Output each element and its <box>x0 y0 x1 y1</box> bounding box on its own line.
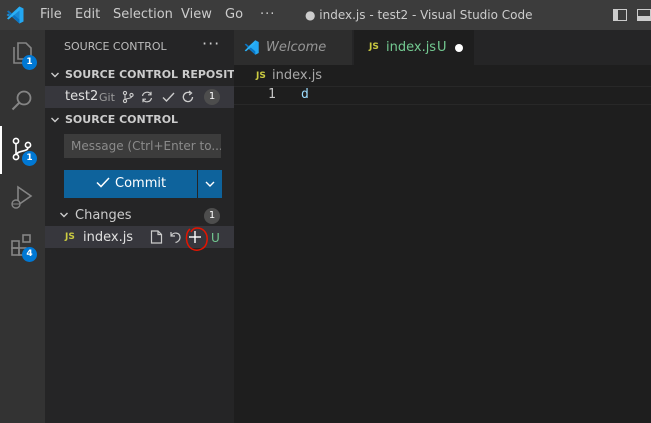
breadcrumb-file[interactable]: index.js <box>272 68 322 83</box>
commit-button-label: Commit <box>115 176 167 191</box>
editor-area[interactable] <box>234 105 651 423</box>
scm-badge: 1 <box>22 151 37 166</box>
repo-provider: Git <box>99 91 115 104</box>
title-bar: File Edit Selection View Go ··· ● index.… <box>0 0 651 30</box>
source-control-header-label: SOURCE CONTROL <box>65 113 179 126</box>
changes-label: Changes <box>75 208 132 223</box>
vscode-logo-icon <box>6 6 24 24</box>
code-text[interactable]: d <box>301 87 309 102</box>
changes-count: 1 <box>204 208 220 224</box>
activity-bar: 1 1 4 <box>0 30 45 423</box>
menu-file[interactable]: File <box>40 0 62 30</box>
discard-icon[interactable] <box>168 229 183 245</box>
activity-run-debug[interactable] <box>0 174 45 222</box>
explorer-badge: 1 <box>22 55 37 70</box>
branch-icon[interactable] <box>121 90 135 104</box>
layout-panel-icon[interactable] <box>636 7 651 23</box>
breadcrumb: JS index.js <box>234 65 651 87</box>
chevron-down-icon <box>205 181 215 187</box>
editor-tab-bar: Welcome JS index.js U <box>234 30 651 65</box>
search-icon <box>11 90 32 111</box>
sidebar-title: SOURCE CONTROL <box>64 40 167 53</box>
refresh-icon[interactable] <box>181 90 195 104</box>
chevron-down-icon <box>60 212 68 218</box>
sidebar-more-button[interactable]: ··· <box>202 34 220 53</box>
menu-more[interactable]: ··· <box>260 0 275 30</box>
menu-edit[interactable]: Edit <box>75 0 100 30</box>
js-file-icon: JS <box>369 42 379 52</box>
changed-file-status: U <box>211 231 220 245</box>
changed-file-name: index.js <box>83 230 134 245</box>
annotation-circle <box>185 227 208 251</box>
commit-dropdown-button[interactable] <box>198 170 222 198</box>
run-debug-icon <box>11 185 33 209</box>
changed-file-row[interactable]: JS index.js U <box>45 226 234 251</box>
tab-index-js-status: U <box>437 40 447 55</box>
line-number: 1 <box>268 87 276 102</box>
js-file-icon: JS <box>65 232 75 242</box>
source-control-section-header[interactable]: SOURCE CONTROL <box>45 109 234 131</box>
tab-welcome[interactable]: Welcome <box>234 30 352 65</box>
activity-explorer[interactable]: 1 <box>0 30 45 78</box>
tab-index-js-label: index.js <box>386 40 437 55</box>
repositories-section-header[interactable]: SOURCE CONTROL REPOSITOR... <box>45 64 234 86</box>
check-icon <box>96 177 110 188</box>
sync-icon[interactable] <box>140 90 154 104</box>
menu-go[interactable]: Go <box>225 0 243 30</box>
menu-selection[interactable]: Selection <box>113 0 173 30</box>
activity-source-control[interactable]: 1 <box>0 126 45 174</box>
chevron-down-icon <box>51 117 59 123</box>
layout-sidebar-icon[interactable] <box>612 7 628 23</box>
commit-button[interactable]: Commit <box>64 170 197 198</box>
commit-message-input[interactable]: Message (Ctrl+Enter to... <box>64 134 221 158</box>
source-control-sidebar: SOURCE CONTROL ··· SOURCE CONTROL REPOSI… <box>45 30 234 423</box>
activity-search[interactable] <box>0 78 45 126</box>
repositories-header-label: SOURCE CONTROL REPOSITOR... <box>65 68 234 81</box>
menu-view[interactable]: View <box>181 0 212 30</box>
current-line-highlight <box>234 86 651 105</box>
open-file-icon[interactable] <box>149 229 164 245</box>
repo-name: test2 <box>65 89 99 104</box>
extensions-badge: 4 <box>22 247 37 262</box>
window-title: ● index.js - test2 - Visual Studio Code <box>305 8 533 22</box>
repo-change-count: 1 <box>204 89 220 105</box>
activity-extensions[interactable]: 4 <box>0 222 45 270</box>
js-file-icon: JS <box>256 71 266 81</box>
vscode-logo-icon <box>244 40 259 55</box>
repository-row[interactable]: test2 Git 1 <box>45 86 234 108</box>
chevron-down-icon <box>51 72 59 78</box>
close-dot-icon[interactable] <box>455 44 463 52</box>
check-icon[interactable] <box>161 90 176 104</box>
tab-index-js[interactable]: JS index.js U <box>354 30 474 65</box>
tab-welcome-label: Welcome <box>266 40 327 55</box>
changes-group[interactable]: Changes 1 <box>45 204 234 226</box>
